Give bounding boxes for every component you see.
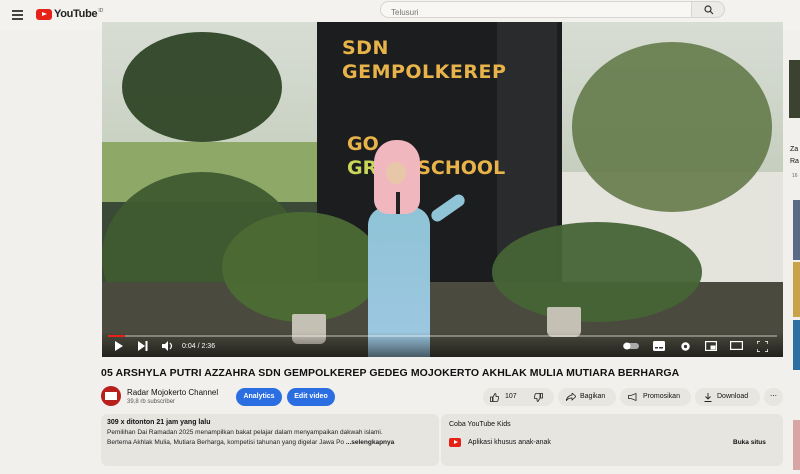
- sidebar-video-thumbnail[interactable]: [789, 60, 800, 118]
- share-label: Bagikan: [580, 393, 606, 400]
- sidebar-video-thumbnail[interactable]: [793, 200, 800, 260]
- sidebar-video-thumbnail[interactable]: [793, 420, 800, 470]
- progress-fill: [108, 335, 126, 337]
- show-more-link[interactable]: ...selengkapnya: [346, 439, 394, 446]
- next-icon[interactable]: [138, 341, 148, 351]
- wall-sign-line1: SDN: [342, 37, 389, 59]
- progress-bar[interactable]: [108, 335, 777, 337]
- more-actions-button[interactable]: ⋯: [764, 388, 783, 406]
- sidebar-video-title-line2[interactable]: Ra: [790, 158, 799, 165]
- edit-video-button[interactable]: Edit video: [287, 388, 335, 406]
- play-icon[interactable]: [114, 341, 124, 351]
- youtube-kids-panel: Coba YouTube Kids Aplikasi khusus anak-a…: [441, 414, 783, 466]
- sidebar-video-meta: 16: [792, 173, 798, 179]
- kids-panel-label: Aplikasi khusus anak-anak: [468, 439, 551, 446]
- download-button[interactable]: Download: [695, 388, 760, 406]
- video-player[interactable]: SDN GEMPOLKEREP GO GR SCHOOL 0:04 / 2:36: [102, 22, 783, 357]
- wall-slogan-line1: GO: [347, 133, 379, 155]
- subtitles-icon[interactable]: [653, 341, 665, 351]
- wall-sign: SDN GEMPOLKEREP: [342, 36, 506, 84]
- description-box[interactable]: 309 x ditonton 21 jam yang lalu Pemiliha…: [101, 414, 439, 466]
- promote-label: Promosikan: [643, 393, 680, 400]
- thumbs-up-icon[interactable]: [490, 393, 499, 402]
- share-button[interactable]: Bagikan: [558, 388, 616, 406]
- wall-sign-line2: GEMPOLKEREP: [342, 61, 507, 83]
- wall-slogan-line2b: SCHOOL: [417, 157, 506, 179]
- channel-name[interactable]: Radar Mojokerto Channel: [127, 388, 218, 397]
- views-and-date: 309 x ditonton 21 jam yang lalu: [107, 419, 211, 426]
- description-line-2: Bertema Akhlak Mulia, Mutiara Berharga, …: [107, 439, 433, 446]
- plants-center-right: [492, 222, 702, 322]
- description-line-1: Pemilihan Dai Ramadan 2025 menampilkan b…: [107, 429, 383, 436]
- girl-face: [386, 162, 406, 184]
- share-arrow-icon: [566, 393, 576, 401]
- search-icon: [704, 5, 714, 15]
- more-icon: ⋯: [770, 393, 777, 400]
- promote-button[interactable]: Promosikan: [620, 388, 691, 406]
- search-box: [380, 1, 692, 21]
- microphone: [396, 192, 400, 214]
- miniplayer-icon[interactable]: [705, 341, 717, 351]
- search-button[interactable]: [691, 1, 725, 18]
- sidebar-video-thumbnail[interactable]: [793, 320, 800, 370]
- download-icon: [704, 393, 712, 402]
- settings-gear-icon[interactable]: [680, 341, 691, 352]
- analytics-button[interactable]: Analytics: [236, 388, 282, 406]
- sidebar-video-title-line1[interactable]: Za: [790, 146, 798, 153]
- video-title: 05 ARSHYLA PUTRI AZZAHRA SDN GEMPOLKEREP…: [101, 367, 680, 379]
- plants-center-left: [222, 212, 382, 322]
- open-site-button[interactable]: Buka situs: [733, 439, 766, 446]
- tree-left: [122, 32, 282, 142]
- thumbs-down-icon[interactable]: [534, 393, 543, 402]
- country-code: ID: [98, 8, 104, 14]
- like-dislike-group: 107: [483, 388, 554, 406]
- kids-panel-title: Coba YouTube Kids: [449, 421, 511, 428]
- search-input[interactable]: [381, 4, 691, 21]
- megaphone-icon: [628, 393, 637, 401]
- description-line-2-text: Bertema Akhlak Mulia, Mutiara Berharga, …: [107, 439, 345, 446]
- autoplay-toggle-icon[interactable]: [623, 342, 639, 350]
- time-display: 0:04 / 2:36: [182, 343, 216, 350]
- hamburger-menu-icon[interactable]: [12, 10, 23, 20]
- youtube-play-icon: [36, 8, 52, 20]
- volume-icon[interactable]: [162, 341, 173, 351]
- like-count: 107: [505, 393, 517, 400]
- fullscreen-icon[interactable]: [757, 341, 768, 352]
- youtube-kids-icon: [449, 438, 461, 447]
- channel-avatar[interactable]: [101, 386, 121, 406]
- download-label: Download: [717, 393, 749, 400]
- subscriber-count: 39,8 rb subscriber: [127, 399, 176, 405]
- sidebar-video-thumbnail[interactable]: [793, 262, 800, 317]
- logo-text: YouTube: [54, 8, 98, 20]
- theater-mode-icon[interactable]: [730, 341, 743, 350]
- youtube-logo[interactable]: YouTube ID: [36, 8, 103, 20]
- wall-slogan-line2: GR SCHOOL: [347, 156, 505, 180]
- tree-right: [572, 42, 772, 212]
- wall-slogan-line2a: GR: [347, 157, 378, 179]
- wall-slogan: GO GR SCHOOL: [347, 132, 505, 180]
